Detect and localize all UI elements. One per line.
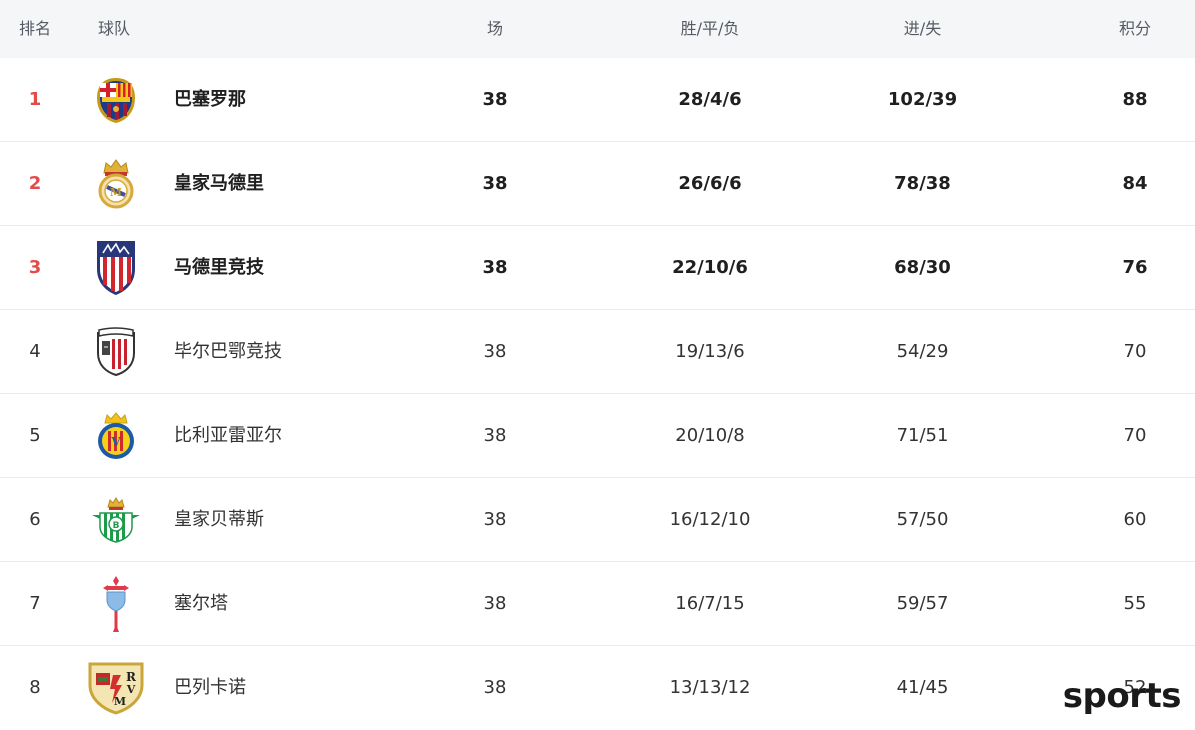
- points: 84: [1122, 173, 1148, 194]
- win-draw-loss: 16/12/10: [669, 509, 751, 530]
- team-name[interactable]: 毕尔巴鄂竞技: [174, 310, 282, 394]
- real-madrid-crest-icon: M: [82, 142, 150, 226]
- points: 55: [1123, 593, 1147, 614]
- team-name[interactable]: 皇家贝蒂斯: [174, 478, 264, 562]
- svg-text:B: B: [113, 521, 120, 531]
- rank: 3: [28, 257, 42, 278]
- team-name[interactable]: 皇家马德里: [174, 142, 264, 226]
- sports-watermark: sports: [1062, 676, 1182, 716]
- points: 70: [1123, 425, 1147, 446]
- win-draw-loss: 16/7/15: [675, 593, 745, 614]
- villarreal-crest-icon: V: [82, 394, 150, 478]
- header-played: 场: [486, 19, 503, 38]
- team-name[interactable]: 马德里竞技: [174, 226, 264, 310]
- played: 38: [482, 173, 508, 194]
- win-draw-loss: 19/13/6: [675, 341, 745, 362]
- played: 38: [482, 89, 508, 110]
- points: 76: [1122, 257, 1148, 278]
- goals-for-against: 102/39: [887, 89, 958, 110]
- athletic-club-crest-icon: [82, 310, 150, 394]
- goals-for-against: 78/38: [894, 173, 951, 194]
- table-row[interactable]: 2 M 皇家马德里 38 26/6/6 78/38 84: [0, 142, 1195, 226]
- rank: 2: [28, 173, 42, 194]
- header-points: 积分: [1118, 19, 1151, 38]
- atletico-madrid-crest-icon: [82, 226, 150, 310]
- played: 38: [483, 425, 507, 446]
- win-draw-loss: 28/4/6: [678, 89, 742, 110]
- table-row[interactable]: 6 B 皇家贝蒂斯 38 16/12/10 57/50 60: [0, 478, 1195, 562]
- header-wdl: 胜/平/负: [680, 19, 740, 38]
- barcelona-crest-icon: [82, 58, 150, 142]
- goals-for-against: 71/51: [896, 425, 949, 446]
- team-name[interactable]: 塞尔塔: [174, 562, 228, 646]
- goals-for-against: 59/57: [896, 593, 949, 614]
- goals-for-against: 54/29: [896, 341, 949, 362]
- header-team: 球队: [98, 19, 131, 38]
- header-goals: 进/失: [903, 19, 942, 38]
- rank: 5: [29, 425, 41, 446]
- rank: 7: [29, 593, 41, 614]
- rank: 6: [29, 509, 41, 530]
- goals-for-against: 68/30: [894, 257, 951, 278]
- team-name[interactable]: 巴列卡诺: [174, 646, 246, 730]
- points: 88: [1122, 89, 1148, 110]
- table-row[interactable]: 1 巴塞罗那 38 28/4/6 102/39 88: [0, 58, 1195, 142]
- points: 60: [1123, 509, 1147, 530]
- played: 38: [483, 677, 507, 698]
- real-betis-crest-icon: B: [82, 478, 150, 562]
- goals-for-against: 41/45: [896, 677, 949, 698]
- svg-text:V: V: [110, 435, 121, 449]
- celta-vigo-crest-icon: [82, 562, 150, 646]
- table-header: 排名 球队 场 胜/平/负 进/失 积分: [0, 0, 1195, 58]
- team-name[interactable]: 比利亚雷亚尔: [174, 394, 282, 478]
- played: 38: [482, 257, 508, 278]
- table-row[interactable]: 3 马德里竞技 38 22/10/6 68/30 76: [0, 226, 1195, 310]
- rank: 4: [29, 341, 41, 362]
- rank: 1: [28, 89, 42, 110]
- win-draw-loss: 22/10/6: [672, 257, 748, 278]
- team-name[interactable]: 巴塞罗那: [174, 58, 246, 142]
- table-row[interactable]: 8 R V M 巴列卡诺 38 13/13/12 41/45 52: [0, 646, 1195, 730]
- played: 38: [483, 593, 507, 614]
- goals-for-against: 57/50: [896, 509, 949, 530]
- svg-text:M: M: [114, 695, 126, 708]
- win-draw-loss: 20/10/8: [675, 425, 745, 446]
- rayo-vallecano-crest-icon: R V M: [82, 646, 150, 730]
- svg-text:M: M: [110, 186, 122, 199]
- table-row[interactable]: 7 塞尔塔 38 16/7/15 59/57 55: [0, 562, 1195, 646]
- table-row[interactable]: 4 毕尔巴鄂竞技 38 19/13/6 54/29 70: [0, 310, 1195, 394]
- svg-text:V: V: [126, 683, 136, 696]
- header-rank: 排名: [18, 19, 51, 38]
- points: 70: [1123, 341, 1147, 362]
- played: 38: [483, 509, 507, 530]
- played: 38: [483, 341, 507, 362]
- rank: 8: [29, 677, 41, 698]
- svg-text:R: R: [126, 670, 137, 684]
- win-draw-loss: 13/13/12: [669, 677, 751, 698]
- table-row[interactable]: 5 V 比利亚雷亚尔 38 20/10/8 71/51 70: [0, 394, 1195, 478]
- win-draw-loss: 26/6/6: [678, 173, 742, 194]
